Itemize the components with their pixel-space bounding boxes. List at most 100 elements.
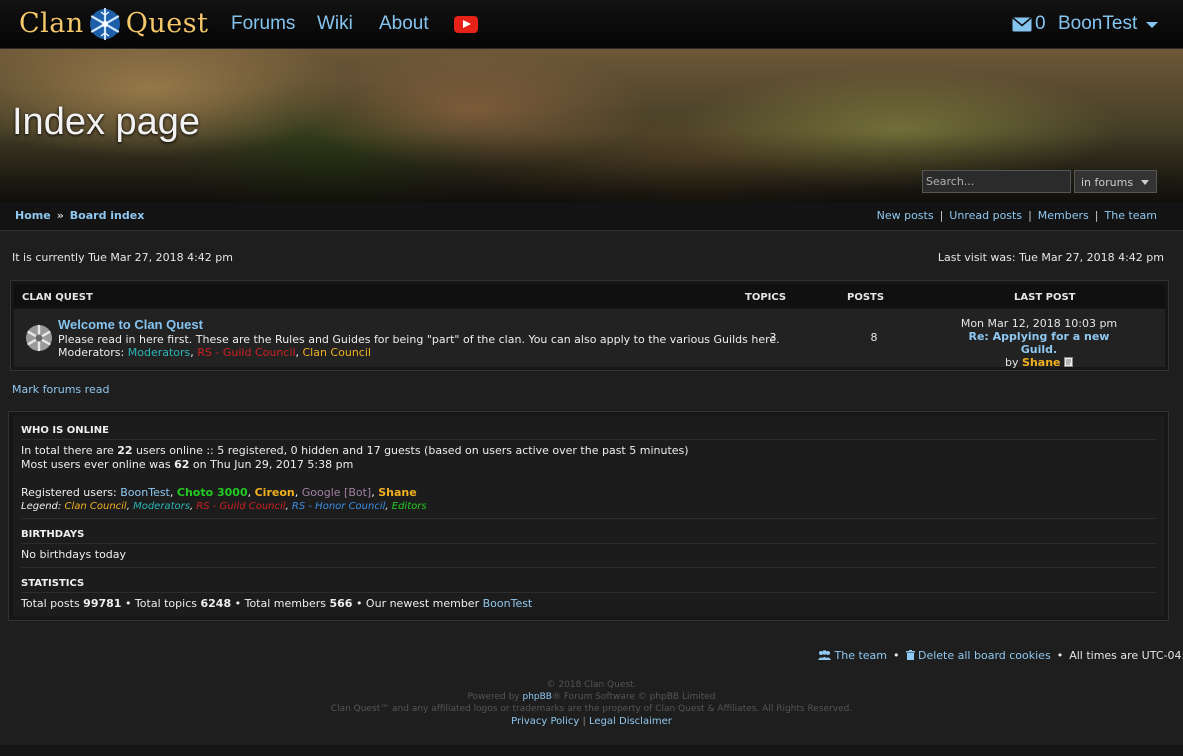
logo-text-left: Clan <box>19 8 84 39</box>
last-post-date: Mon Mar 12, 2018 10:03 pm <box>960 317 1118 330</box>
footer-links: The team • Delete all board cookies • All t… <box>818 649 1183 662</box>
online-user-link[interactable]: Shane <box>378 486 416 499</box>
newest-member-link[interactable]: BoonTest <box>483 597 533 610</box>
online-user-link[interactable]: Cireon <box>255 486 295 499</box>
chevron-down-icon[interactable] <box>1146 22 1158 28</box>
powered-by-line: Powered by phpBB® Forum Software © phpBB… <box>0 692 1183 702</box>
footer-the-team-link[interactable]: The team <box>835 649 888 662</box>
unread-posts-link[interactable]: Unread posts <box>949 209 1022 222</box>
online-user-link[interactable]: Google [Bot] <box>302 486 371 499</box>
bottom-bar <box>0 745 1183 756</box>
divider <box>21 543 1156 544</box>
mark-forums-read-link[interactable]: Mark forums read <box>12 383 109 396</box>
birthdays-heading: BIRTHDAYS <box>21 529 85 540</box>
quick-links: New posts | Unread posts | Members | The team <box>877 209 1157 222</box>
forum-read-icon <box>26 324 52 352</box>
divider: | <box>939 209 944 222</box>
registered-users-label: Registered users: <box>21 486 117 499</box>
last-post-title-link[interactable]: Re: Applying for a new Guild. <box>969 330 1110 356</box>
logo-text-right: Quest <box>125 8 209 39</box>
current-time: It is currently Tue Mar 27, 2018 4:42 pm <box>12 251 233 264</box>
search-scope-select[interactable]: in forums <box>1074 170 1157 193</box>
last-post-user-link[interactable]: Shane <box>1022 356 1060 369</box>
divider: | <box>582 716 586 727</box>
new-posts-link[interactable]: New posts <box>877 209 934 222</box>
forum-topic-count: 3 <box>769 331 777 344</box>
moderator-link[interactable]: Moderators <box>128 346 191 359</box>
team-icon <box>818 650 831 660</box>
divider: | <box>1094 209 1099 222</box>
moderators-label: Moderators: <box>58 346 125 359</box>
moderator-link[interactable]: RS - Guild Council <box>197 346 295 359</box>
posts-column-header: POSTS <box>847 292 885 303</box>
forum-title-link[interactable]: Welcome to Clan Quest <box>58 317 203 332</box>
phpbb-link[interactable]: phpBB <box>522 692 551 702</box>
the-team-link[interactable]: The team <box>1105 209 1158 222</box>
total-posts: 99781 <box>83 597 122 610</box>
last-post-column-header: LAST POST <box>1014 292 1076 303</box>
page-title: Index page <box>12 101 201 143</box>
legal-disclaimer-link[interactable]: Legal Disclaimer <box>589 716 672 727</box>
online-user-link[interactable]: BoonTest <box>120 486 170 499</box>
search-input[interactable] <box>922 170 1071 193</box>
breadcrumb-board-index[interactable]: Board index <box>70 209 145 222</box>
online-record-date: on Thu Jun 29, 2017 5:38 pm <box>189 458 354 471</box>
last-post-cell: Mon Mar 12, 2018 10:03 pm Re: Applying f… <box>949 317 1129 369</box>
dropdown-arrow-icon <box>1141 180 1149 185</box>
last-visit-time: Last visit was: Tue Mar 27, 2018 4:42 pm <box>937 251 1164 264</box>
forum-post-count: 8 <box>870 331 878 344</box>
divider <box>21 592 1156 593</box>
divider <box>21 439 1156 440</box>
site-logo[interactable]: Clan Quest <box>19 6 209 42</box>
total-topics: 6248 <box>200 597 232 610</box>
divider: • <box>1056 649 1064 662</box>
statistics-panel: WHO IS ONLINE In total there are 22 user… <box>8 411 1169 621</box>
legend-group-link[interactable]: RS - Honor Council <box>292 501 385 512</box>
breadcrumb-home[interactable]: Home <box>15 209 51 222</box>
who-is-online-heading[interactable]: WHO IS ONLINE <box>21 425 109 436</box>
last-post-by: by <box>1005 356 1019 369</box>
stat-text: • Our newest member <box>352 597 483 610</box>
legend-label: Legend: <box>21 501 62 512</box>
online-record-text: Most users ever online was <box>21 458 175 471</box>
user-menu-name[interactable]: BoonTest <box>1058 13 1137 35</box>
view-latest-post-icon[interactable] <box>1063 357 1073 367</box>
online-total-count: 22 <box>117 444 133 457</box>
legend-group-link[interactable]: Moderators <box>133 501 190 512</box>
stat-text: • Total topics <box>121 597 201 610</box>
unread-message-count[interactable]: 0 <box>1035 13 1046 35</box>
forum-row: Welcome to Clan Quest Please read in her… <box>14 309 1165 369</box>
online-user-link[interactable]: Choto 3000 <box>177 486 248 499</box>
online-total-detail: users online :: 5 registered, 0 hidden a… <box>132 444 689 457</box>
divider <box>21 567 1156 568</box>
nav-wiki-link[interactable]: Wiki <box>317 13 353 35</box>
online-record-count: 62 <box>174 458 190 471</box>
group-legend-line: Legend: Clan Council, Moderators, RS - G… <box>21 501 427 512</box>
legal-links: Privacy Policy | Legal Disclaimer <box>0 716 1183 727</box>
privacy-policy-link[interactable]: Privacy Policy <box>511 716 579 727</box>
category-title[interactable]: CLAN QUEST <box>22 292 93 303</box>
powered-by-text: Powered by <box>467 692 523 702</box>
trademark-text: Clan Quest™ and any affiliated logos or … <box>330 704 853 714</box>
statistics-inner: WHO IS ONLINE In total there are 22 user… <box>13 416 1164 616</box>
forum-moderators: Moderators: Moderators, RS - Guild Counc… <box>58 346 371 359</box>
youtube-icon[interactable] <box>454 16 478 33</box>
divider <box>21 518 1156 519</box>
divider: • <box>893 649 900 662</box>
forum-table-header: CLAN QUEST TOPICS POSTS LAST POST <box>14 284 1165 308</box>
statistics-line: Total posts 99781 • Total topics 6248 • … <box>21 597 532 610</box>
birthdays-text: No birthdays today <box>21 548 127 561</box>
breadcrumb-bar: Home » Board index New posts | Unread posts |… <box>0 202 1183 231</box>
snowflake-logo-icon <box>89 7 120 41</box>
legend-group-link[interactable]: Editors <box>392 501 427 512</box>
members-link[interactable]: Members <box>1038 209 1089 222</box>
legend-group-link[interactable]: RS - Guild Council <box>196 501 285 512</box>
legend-group-link[interactable]: Clan Council <box>64 501 126 512</box>
nav-about-link[interactable]: About <box>379 13 429 35</box>
nav-forums-link[interactable]: Forums <box>231 13 295 35</box>
moderator-link[interactable]: Clan Council <box>302 346 370 359</box>
envelope-icon[interactable] <box>1012 17 1032 32</box>
delete-cookies-link[interactable]: Delete all board cookies <box>918 649 1051 662</box>
total-members: 566 <box>329 597 353 610</box>
powered-by-suffix: ® Forum Software © phpBB Limited <box>551 692 716 702</box>
